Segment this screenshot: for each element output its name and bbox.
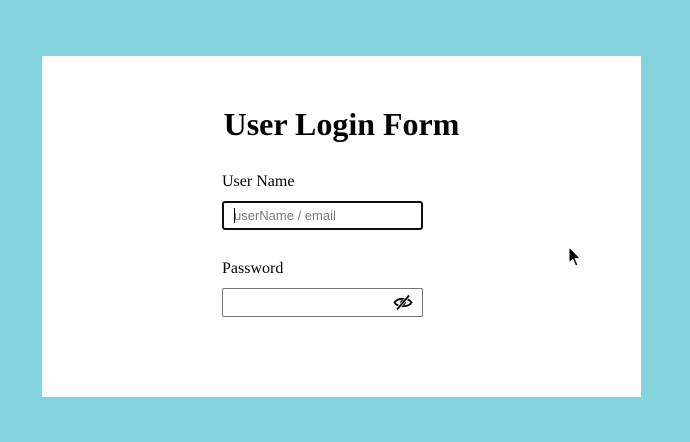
password-label: Password (222, 260, 284, 277)
eye-slash-icon (393, 294, 413, 311)
username-input[interactable] (222, 201, 423, 230)
password-visibility-toggle[interactable] (393, 294, 413, 311)
username-label: User Name (222, 173, 295, 190)
text-caret (234, 208, 235, 223)
login-card: User Login Form User Name Password (42, 56, 641, 397)
form-title: User Login Form (223, 106, 460, 142)
